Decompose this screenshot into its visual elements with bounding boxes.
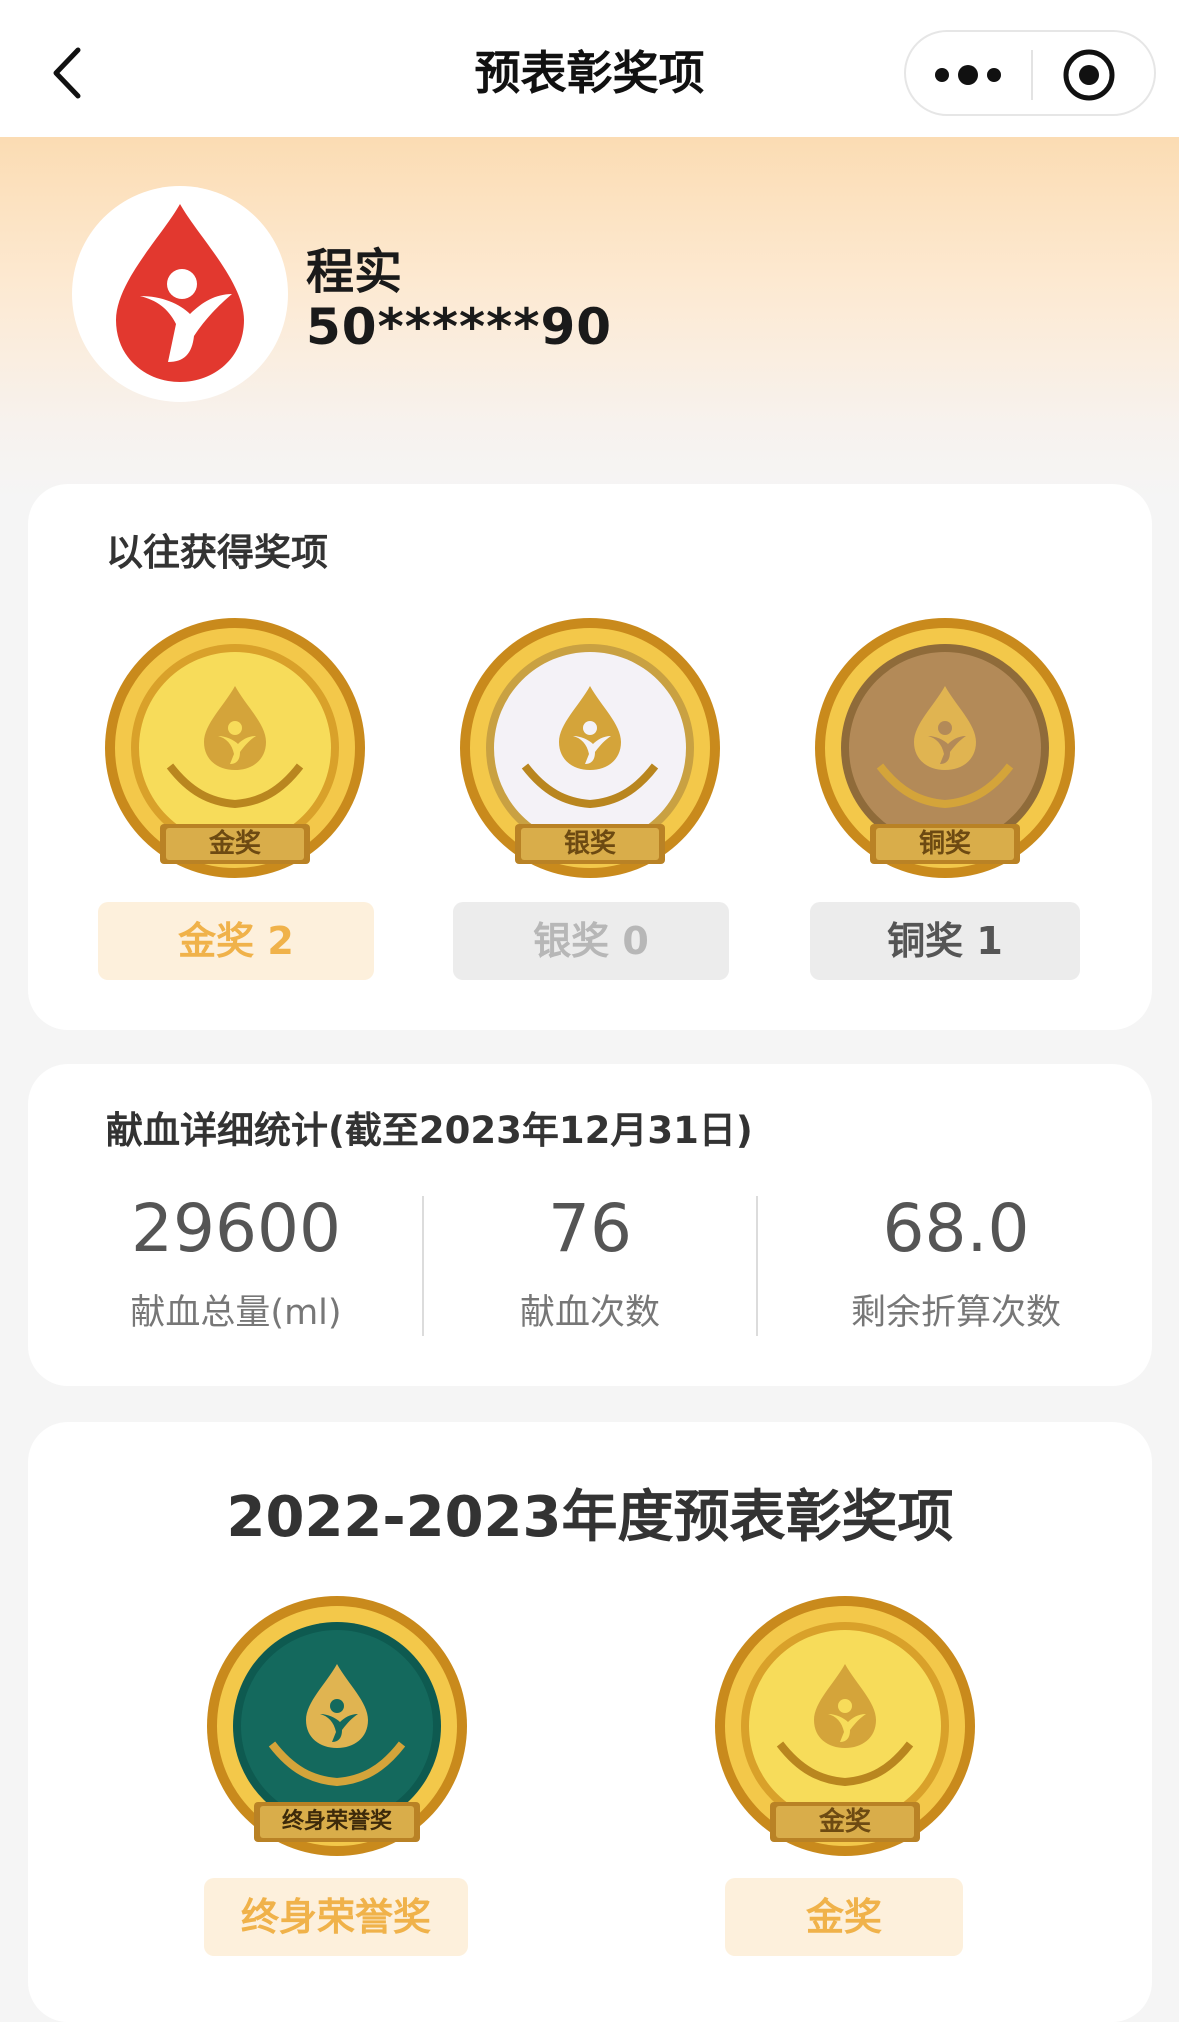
target-close-icon bbox=[1063, 49, 1115, 101]
annual-gold-medal[interactable]: 金奖 bbox=[710, 1594, 980, 1864]
remaining-count-label: 剩余折算次数 bbox=[850, 1293, 1061, 1333]
annual-gold-pill: 金奖 bbox=[725, 1878, 963, 1956]
total-volume-label: 献血总量(ml) bbox=[130, 1293, 342, 1333]
bronze-medal-label: 铜奖 bbox=[918, 829, 971, 859]
stats-divider bbox=[756, 1196, 758, 1336]
past-awards-title: 以往获得奖项 bbox=[106, 531, 328, 574]
annual-awards-title: 2022-2023年度预表彰奖项 bbox=[226, 1485, 954, 1550]
past-awards-card: 以往获得奖项 金奖 金奖 2 银奖 银奖 0 铜奖 铜奖 1 bbox=[28, 484, 1152, 1030]
more-dots-icon bbox=[935, 65, 1001, 85]
more-button[interactable] bbox=[906, 32, 1031, 118]
stats-title: 献血详细统计(截至2023年12月31日) bbox=[106, 1109, 753, 1152]
remaining-count-value: 68.0 bbox=[882, 1190, 1030, 1267]
nav-bar: 预表彰奖项 bbox=[0, 0, 1179, 137]
donation-stats-card: 献血详细统计(截至2023年12月31日) 29600 献血总量(ml) 76 … bbox=[28, 1064, 1152, 1386]
gold-medal[interactable]: 金奖 bbox=[100, 616, 370, 886]
bronze-count-pill: 铜奖 1 bbox=[810, 902, 1080, 980]
stats-divider bbox=[422, 1196, 424, 1336]
user-id: 50******90 bbox=[306, 298, 613, 356]
donation-count-label: 献血次数 bbox=[519, 1293, 660, 1333]
silver-medal[interactable]: 银奖 bbox=[455, 616, 725, 886]
silver-medal-label: 银奖 bbox=[563, 829, 616, 859]
donation-count-value: 76 bbox=[548, 1190, 632, 1267]
lifetime-honor-medal-label: 终身荣誉奖 bbox=[281, 1809, 392, 1834]
gold-medal-label: 金奖 bbox=[208, 829, 261, 859]
close-button[interactable] bbox=[1033, 32, 1158, 118]
lifetime-honor-medal[interactable]: 终身荣誉奖 bbox=[202, 1594, 472, 1864]
silver-count-pill: 银奖 0 bbox=[453, 902, 729, 980]
annual-awards-card: 2022-2023年度预表彰奖项 终身荣誉奖 终身荣誉奖 金奖 金奖 bbox=[28, 1422, 1152, 2022]
gold-count-pill: 金奖 2 bbox=[98, 902, 374, 980]
user-name: 程实 bbox=[306, 244, 403, 300]
lifetime-honor-pill: 终身荣誉奖 bbox=[204, 1878, 468, 1956]
bronze-medal[interactable]: 铜奖 bbox=[810, 616, 1080, 886]
total-volume-value: 29600 bbox=[131, 1190, 341, 1267]
annual-gold-medal-label: 金奖 bbox=[818, 1807, 871, 1837]
mini-program-capsule bbox=[904, 30, 1156, 116]
avatar bbox=[72, 186, 288, 402]
blood-drop-logo-icon bbox=[116, 204, 244, 382]
